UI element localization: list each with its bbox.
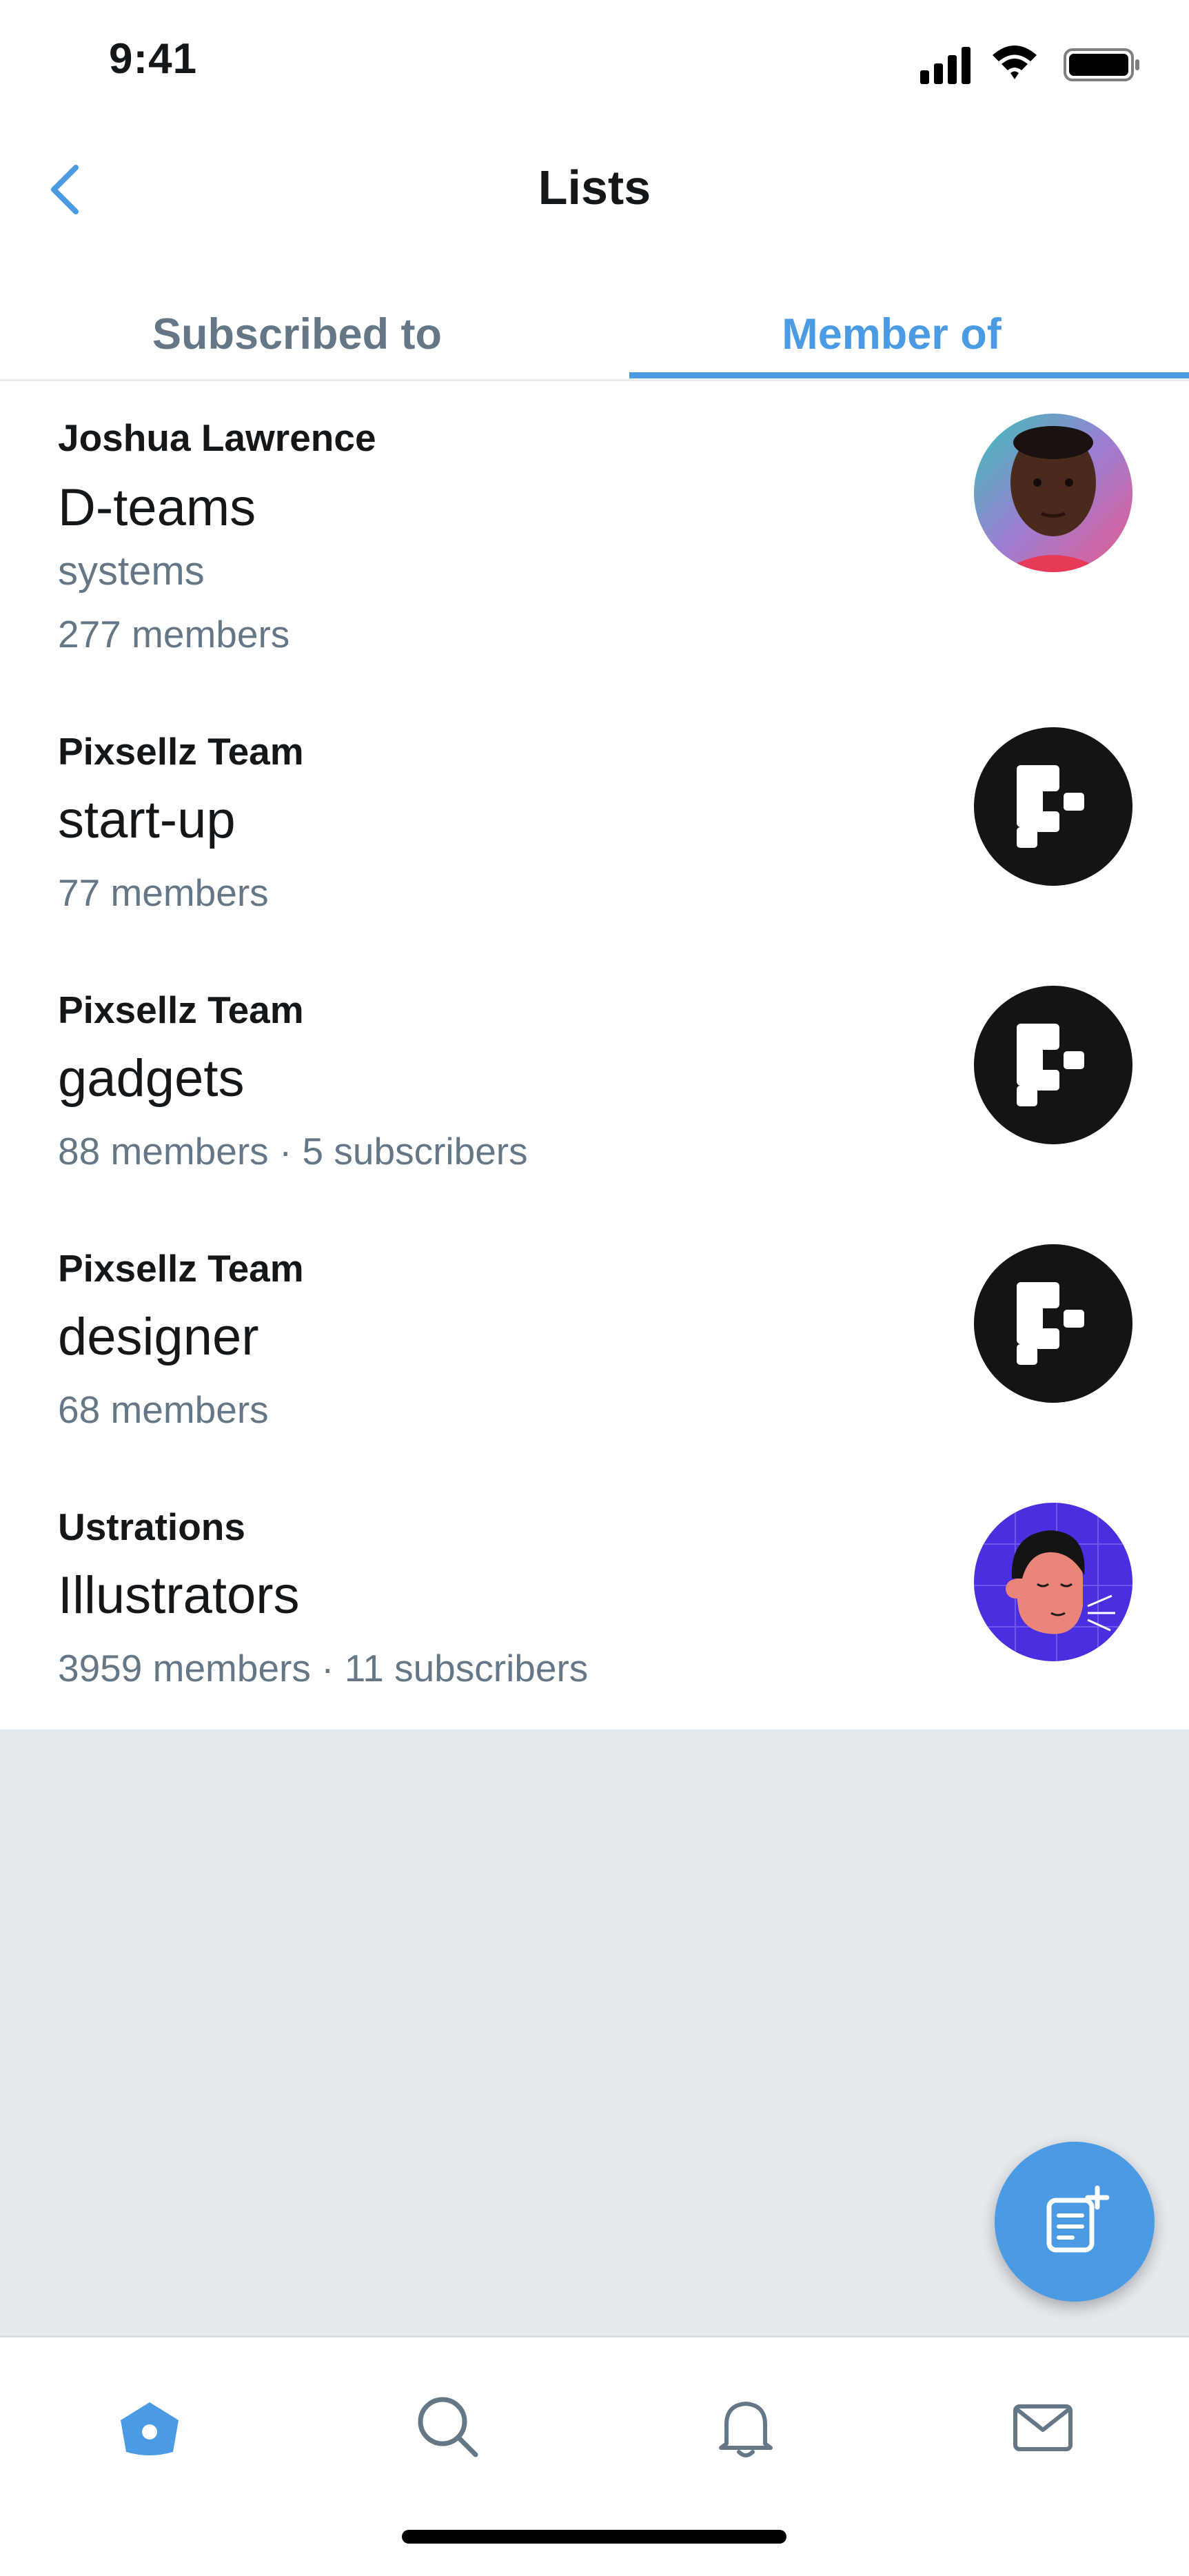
- list-owner: Pixsellz Team: [58, 1247, 304, 1290]
- list-name: Illustrators: [58, 1566, 300, 1625]
- tab-member-of[interactable]: Member of: [594, 286, 1189, 383]
- battery-icon: [1064, 48, 1139, 81]
- search-tab[interactable]: [407, 2386, 489, 2468]
- pixsellz-logo-avatar: [974, 1244, 1132, 1403]
- list-name: start-up: [58, 791, 236, 849]
- status-icons: [920, 45, 1139, 84]
- cellular-signal-icon: [920, 47, 970, 84]
- list-description: systems: [58, 549, 205, 594]
- status-time: 9:41: [109, 35, 198, 83]
- notifications-bell-icon: [719, 2402, 773, 2457]
- list-item[interactable]: Pixsellz Team designer 68 members: [0, 1212, 1189, 1472]
- list-name: gadgets: [58, 1049, 245, 1108]
- list-meta: 88 members · 5 subscribers: [58, 1130, 528, 1173]
- pixsellz-logo-avatar: [974, 986, 1132, 1144]
- illustrated-face-avatar: [974, 1503, 1132, 1661]
- list-item[interactable]: Pixsellz Team start-up 77 members: [0, 695, 1189, 955]
- list-owner: Pixsellz Team: [58, 730, 304, 773]
- list-owner: Pixsellz Team: [58, 988, 304, 1031]
- list-meta: 277 members: [58, 613, 290, 656]
- home-icon: [121, 2402, 179, 2455]
- list-meta: 3959 members · 11 subscribers: [58, 1647, 589, 1690]
- list-meta: 77 members: [58, 871, 269, 914]
- notifications-tab[interactable]: [704, 2386, 787, 2468]
- tab-subscribed-to[interactable]: Subscribed to: [0, 286, 594, 383]
- list-owner: Joshua Lawrence: [58, 416, 376, 459]
- page-title: Lists: [538, 161, 651, 214]
- pixsellz-logo-avatar: [974, 727, 1132, 886]
- compose-list-icon: [1046, 2185, 1110, 2253]
- active-tab-indicator: [629, 372, 1189, 378]
- search-icon: [418, 2397, 478, 2457]
- home-tab[interactable]: [108, 2386, 191, 2468]
- list-item[interactable]: Joshua Lawrence D-teams systems 277 memb…: [0, 381, 1189, 697]
- list-name: designer: [58, 1308, 259, 1366]
- list-item[interactable]: Pixsellz Team gadgets 88 members · 5 sub…: [0, 953, 1189, 1214]
- messages-tab[interactable]: [1002, 2386, 1084, 2468]
- list-name: D-teams: [58, 478, 256, 537]
- create-list-button[interactable]: [995, 2142, 1155, 2302]
- wifi-icon: [993, 45, 1037, 79]
- list-item[interactable]: Ustrations Illustrators 3959 members · 1…: [0, 1470, 1189, 1732]
- person-photo-avatar: [974, 414, 1132, 572]
- list-owner: Ustrations: [58, 1505, 245, 1548]
- home-indicator: [402, 2530, 786, 2544]
- messages-mail-icon: [1013, 2404, 1073, 2451]
- list-meta: 68 members: [58, 1388, 269, 1431]
